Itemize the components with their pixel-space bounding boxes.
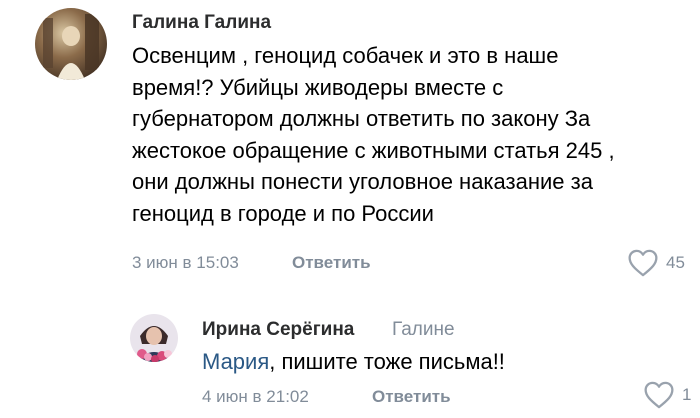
reply-text: Мария, пишите тоже письма!!: [202, 348, 505, 376]
reply-button[interactable]: Ответить: [292, 253, 371, 273]
reply-button[interactable]: Ответить: [372, 387, 451, 407]
comment-text: Освенцим , геноцид собачек и это в наше …: [132, 40, 615, 229]
heart-outline-icon: [628, 249, 658, 277]
reply-to-label[interactable]: Галине: [392, 319, 455, 341]
reply-timestamp[interactable]: 4 июн в 21:02: [202, 387, 309, 407]
commenter-avatar[interactable]: [35, 8, 107, 80]
replier-avatar[interactable]: [130, 314, 178, 362]
like-count: 45: [666, 253, 685, 272]
heart-outline-icon: [644, 381, 674, 409]
like-count: 1: [682, 385, 692, 404]
comment-text-line: жестокое обращение с животными статья 24…: [132, 137, 615, 163]
mention-link[interactable]: Мария: [202, 349, 269, 374]
like-button[interactable]: 45: [626, 249, 685, 277]
user-photo-icon: [35, 8, 107, 80]
reply-text-body: , пишите тоже письма!!: [269, 349, 505, 374]
comment-text-line: они должны понести уголовное наказание з…: [132, 169, 593, 194]
reply-author[interactable]: Ирина Серёгина: [202, 319, 354, 341]
comment-text-line: губернатором должны ответить по закону З…: [132, 106, 591, 131]
comment-text-line: геноцид в городе и по России: [132, 200, 434, 226]
comment-text-line: Освенцим , геноцид собачек и это в наше: [132, 43, 559, 68]
comment-author[interactable]: Галина Галина: [132, 12, 271, 34]
user-photo-icon: [130, 314, 178, 362]
comments-thread: Галина Галина Освенцим , геноцид собачек…: [0, 0, 700, 418]
comment-text-line: время!? Убийцы живодеры вместе с: [132, 74, 504, 100]
like-button[interactable]: 1: [642, 381, 691, 409]
comment-timestamp[interactable]: 3 июн в 15:03: [132, 253, 239, 273]
